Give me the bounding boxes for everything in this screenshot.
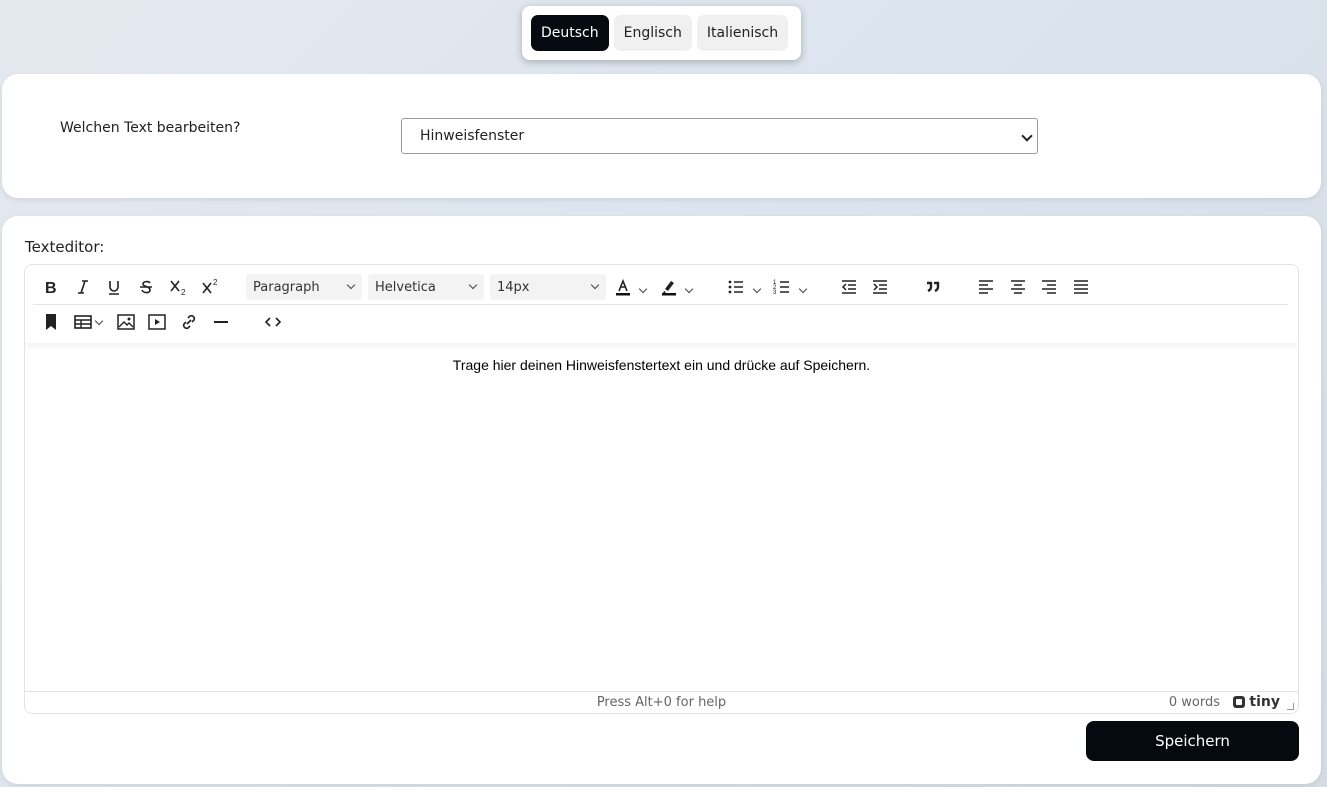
align-left-icon[interactable]	[974, 275, 998, 299]
font-family-value: Helvetica	[375, 279, 436, 295]
link-icon[interactable]	[177, 310, 201, 334]
chevron-down-icon	[590, 280, 600, 290]
tab-deutsch[interactable]: Deutsch	[531, 15, 609, 51]
chevron-down-icon	[1021, 130, 1033, 142]
chevron-down-icon[interactable]	[94, 316, 104, 326]
editor-toolbar: B 2 2 Paragraph Helvetica 14px 1 2 3	[25, 265, 1298, 343]
svg-text:3: 3	[773, 290, 777, 296]
align-justify-icon[interactable]	[1069, 275, 1093, 299]
tiny-logo-icon	[1233, 696, 1246, 708]
highlight-icon[interactable]	[657, 275, 681, 299]
superscript-icon[interactable]: 2	[198, 275, 222, 299]
bold-icon[interactable]: B	[39, 275, 63, 299]
strikethrough-icon[interactable]	[134, 275, 158, 299]
numbered-list-icon[interactable]: 123	[770, 275, 794, 299]
image-icon[interactable]	[114, 310, 138, 334]
media-icon[interactable]	[145, 310, 169, 334]
source-code-icon[interactable]	[261, 310, 285, 334]
indent-icon[interactable]	[868, 275, 892, 299]
chevron-down-icon[interactable]	[798, 284, 808, 294]
block-format-value: Paragraph	[253, 279, 320, 295]
editor-content-area[interactable]: Trage hier deinen Hinweisfenstertext ein…	[25, 343, 1298, 691]
toolbar-row-1: B 2 2 Paragraph Helvetica 14px 1 2 3	[25, 269, 1298, 305]
align-center-icon[interactable]	[1006, 275, 1030, 299]
font-size-value: 14px	[497, 279, 530, 295]
chevron-down-icon	[468, 280, 478, 290]
blockquote-icon[interactable]	[921, 275, 945, 299]
bullet-list-icon[interactable]	[724, 275, 748, 299]
block-format-select[interactable]: Paragraph	[246, 274, 362, 300]
tab-italienisch[interactable]: Italienisch	[696, 15, 789, 51]
horizontal-line-icon[interactable]	[209, 310, 233, 334]
chevron-down-icon	[346, 280, 356, 290]
toolbar-row-2	[25, 304, 1298, 340]
align-right-icon[interactable]	[1037, 275, 1061, 299]
italic-icon[interactable]	[71, 275, 95, 299]
chevron-down-icon[interactable]	[752, 284, 762, 294]
svg-text:2: 2	[181, 288, 186, 297]
help-hint: Press Alt+0 for help	[596, 695, 727, 710]
subscript-icon[interactable]: 2	[166, 275, 190, 299]
rich-text-editor: B 2 2 Paragraph Helvetica 14px 1 2 3 Tra…	[24, 264, 1299, 714]
resize-handle[interactable]	[1287, 703, 1294, 710]
tiny-brand-link[interactable]: tiny	[1232, 694, 1280, 710]
font-family-select[interactable]: Helvetica	[368, 274, 484, 300]
underline-icon[interactable]	[102, 275, 126, 299]
font-size-select[interactable]: 14px	[490, 274, 606, 300]
editor-heading: Texteditor:	[25, 238, 105, 256]
svg-text:2: 2	[213, 278, 218, 287]
editor-statusbar: Press Alt+0 for help 0 words tiny	[25, 691, 1298, 713]
save-button[interactable]: Speichern	[1086, 721, 1299, 761]
editor-card: Texteditor: B 2 2 Paragraph Helvetica 14…	[2, 216, 1321, 784]
tab-englisch[interactable]: Englisch	[613, 15, 692, 51]
chevron-down-icon[interactable]	[684, 284, 694, 294]
tiny-brand-label: tiny	[1249, 694, 1280, 710]
chevron-down-icon[interactable]	[638, 284, 648, 294]
text-select-dropdown[interactable]: Hinweisfenster	[401, 118, 1038, 154]
text-select-label: Welchen Text bearbeiten?	[60, 120, 241, 136]
word-count[interactable]: 0 words	[1169, 695, 1220, 710]
text-color-icon[interactable]	[611, 275, 635, 299]
bookmark-icon[interactable]	[39, 310, 63, 334]
outdent-icon[interactable]	[837, 275, 861, 299]
text-select-value: Hinweisfenster	[420, 128, 525, 144]
table-icon[interactable]	[71, 310, 95, 334]
editor-content-text[interactable]: Trage hier deinen Hinweisfenstertext ein…	[25, 357, 1298, 373]
language-tabs: Deutsch Englisch Italienisch	[522, 6, 801, 60]
svg-text:B: B	[45, 280, 57, 297]
text-select-card: Welchen Text bearbeiten? Hinweisfenster	[2, 74, 1321, 198]
